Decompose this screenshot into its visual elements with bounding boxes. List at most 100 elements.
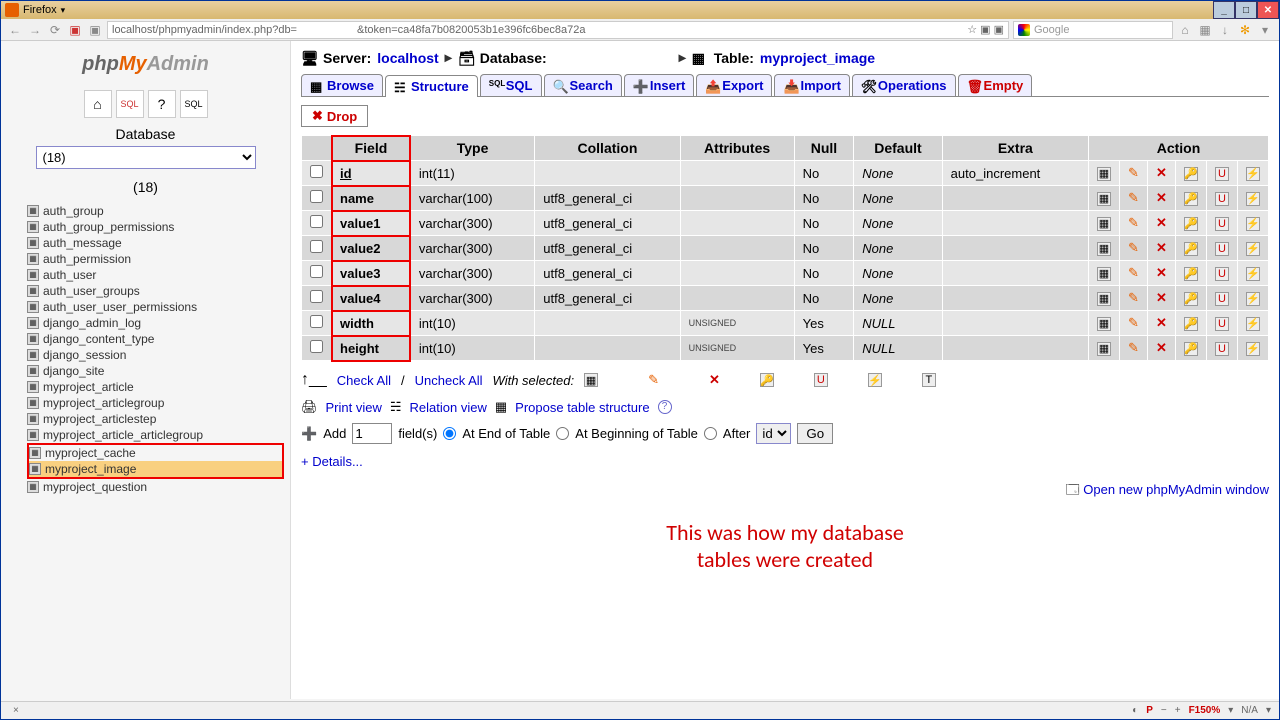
unique-icon[interactable]: U	[1215, 217, 1229, 231]
tab-structure[interactable]: ☵Structure	[385, 75, 478, 97]
radio-end[interactable]	[443, 427, 456, 440]
server-link[interactable]: localhost	[377, 50, 438, 66]
primary-icon[interactable]: 🔑	[1184, 342, 1198, 356]
drop-icon[interactable]: ✕	[1156, 315, 1167, 330]
sidebar-table-item[interactable]: ▦auth_user_user_permissions	[27, 299, 284, 315]
drop-icon[interactable]: ✕	[1156, 165, 1167, 180]
drop-button[interactable]: ✖ Drop	[301, 105, 368, 127]
downloads-icon[interactable]: ↓	[1217, 22, 1233, 38]
withsel-index-icon[interactable]: ⚡	[868, 373, 882, 387]
change-icon[interactable]: ▦	[1097, 167, 1111, 181]
drop-icon[interactable]: ✕	[1156, 290, 1167, 305]
tab-browse[interactable]: ▦Browse	[301, 74, 383, 96]
addon-icon[interactable]: ▣	[67, 22, 83, 38]
home-icon[interactable]: ⌂	[1177, 22, 1193, 38]
sidebar-table-item[interactable]: ▦django_admin_log	[27, 315, 284, 331]
tab-search[interactable]: 🔍Search	[544, 74, 622, 96]
tab-empty[interactable]: 🗑Empty	[958, 74, 1033, 96]
primary-icon[interactable]: 🔑	[1184, 217, 1198, 231]
sidebar-table-item[interactable]: ▦myproject_cache	[29, 445, 282, 461]
sidebar-table-item[interactable]: ▦django_session	[27, 347, 284, 363]
primary-icon[interactable]: 🔑	[1184, 317, 1198, 331]
change-icon[interactable]: ▦	[1097, 342, 1111, 356]
tab-insert[interactable]: ➕Insert	[624, 74, 694, 96]
withsel-change-icon[interactable]: ▦	[584, 373, 598, 387]
uncheck-all-link[interactable]: Uncheck All	[415, 373, 483, 388]
edit-icon[interactable]: ✎	[1128, 315, 1139, 330]
menu-icon[interactable]: ▾	[1257, 22, 1273, 38]
edit-icon[interactable]: ✎	[1128, 215, 1139, 230]
radio-beginning[interactable]	[556, 427, 569, 440]
withsel-edit-icon[interactable]: ✎	[648, 372, 659, 388]
search-input[interactable]: Google	[1013, 21, 1173, 39]
sidebar-table-item[interactable]: ▦myproject_articlestep	[27, 411, 284, 427]
row-checkbox[interactable]	[310, 240, 323, 253]
close-button[interactable]: ✕	[1257, 1, 1279, 19]
primary-icon[interactable]: 🔑	[1184, 292, 1198, 306]
gear-icon[interactable]: ✻	[1237, 22, 1253, 38]
row-checkbox[interactable]	[310, 190, 323, 203]
table-link[interactable]: myproject_image	[760, 50, 875, 66]
maximize-button[interactable]: □	[1235, 1, 1257, 19]
home-button[interactable]: ⌂	[84, 90, 112, 118]
change-icon[interactable]: ▦	[1097, 292, 1111, 306]
row-checkbox[interactable]	[310, 215, 323, 228]
sql-button[interactable]: SQL	[116, 90, 144, 118]
sidebar-table-item[interactable]: ▦myproject_image	[29, 461, 282, 477]
tab-export[interactable]: 📤Export	[696, 74, 772, 96]
sidebar-table-item[interactable]: ▦auth_user_groups	[27, 283, 284, 299]
unique-icon[interactable]: U	[1215, 242, 1229, 256]
row-checkbox[interactable]	[310, 290, 323, 303]
edit-icon[interactable]: ✎	[1128, 265, 1139, 280]
sidebar-table-item[interactable]: ▦auth_permission	[27, 251, 284, 267]
edit-icon[interactable]: ✎	[1128, 290, 1139, 305]
drop-icon[interactable]: ✕	[1156, 340, 1167, 355]
tab-import[interactable]: 📥Import	[774, 74, 849, 96]
details-link[interactable]: + Details...	[301, 448, 1269, 475]
index-icon[interactable]: ⚡	[1246, 342, 1260, 356]
open-window-link[interactable]: Open new phpMyAdmin window	[1083, 482, 1269, 497]
sidebar-table-item[interactable]: ▦myproject_articlegroup	[27, 395, 284, 411]
sidebar-table-item[interactable]: ▦auth_message	[27, 235, 284, 251]
bookmarks-icon[interactable]: ▦	[1197, 22, 1213, 38]
sidebar-table-item[interactable]: ▦django_content_type	[27, 331, 284, 347]
unique-icon[interactable]: U	[1215, 342, 1229, 356]
primary-icon[interactable]: 🔑	[1184, 192, 1198, 206]
url-input[interactable]: localhost/phpmyadmin/index.php?db= &toke…	[107, 21, 1009, 39]
query-button[interactable]: SQL	[180, 90, 208, 118]
radio-after[interactable]	[704, 427, 717, 440]
minimize-button[interactable]: _	[1213, 1, 1235, 19]
sidebar-table-item[interactable]: ▦myproject_article	[27, 379, 284, 395]
index-icon[interactable]: ⚡	[1246, 242, 1260, 256]
docs-button[interactable]: ?	[148, 90, 176, 118]
row-checkbox[interactable]	[310, 165, 323, 178]
index-icon[interactable]: ⚡	[1246, 292, 1260, 306]
change-icon[interactable]: ▦	[1097, 242, 1111, 256]
sidebar-table-item[interactable]: ▦myproject_article_articlegroup	[27, 427, 284, 443]
edit-icon[interactable]: ✎	[1128, 190, 1139, 205]
withsel-unique-icon[interactable]: U	[814, 373, 828, 387]
unique-icon[interactable]: U	[1215, 267, 1229, 281]
back-icon[interactable]: ←	[7, 22, 23, 38]
go-button[interactable]: Go	[797, 423, 833, 444]
index-icon[interactable]: ⚡	[1246, 317, 1260, 331]
sidebar-table-item[interactable]: ▦auth_group_permissions	[27, 219, 284, 235]
unique-icon[interactable]: U	[1215, 192, 1229, 206]
change-icon[interactable]: ▦	[1097, 217, 1111, 231]
primary-icon[interactable]: 🔑	[1184, 267, 1198, 281]
addon2-icon[interactable]: ▣	[87, 22, 103, 38]
drop-icon[interactable]: ✕	[1156, 240, 1167, 255]
index-icon[interactable]: ⚡	[1246, 267, 1260, 281]
sidebar-table-item[interactable]: ▦auth_user	[27, 267, 284, 283]
row-checkbox[interactable]	[310, 315, 323, 328]
change-icon[interactable]: ▦	[1097, 317, 1111, 331]
print-view-link[interactable]: Print view	[326, 400, 382, 415]
add-count-input[interactable]	[352, 423, 392, 444]
withsel-fulltext-icon[interactable]: T	[922, 373, 936, 387]
index-icon[interactable]: ⚡	[1246, 192, 1260, 206]
withsel-drop-icon[interactable]: ✕	[709, 372, 720, 388]
forward-icon[interactable]: →	[27, 22, 43, 38]
row-checkbox[interactable]	[310, 340, 323, 353]
propose-link[interactable]: Propose table structure	[515, 400, 649, 415]
tab-sql[interactable]: SQLSQL	[480, 74, 542, 96]
